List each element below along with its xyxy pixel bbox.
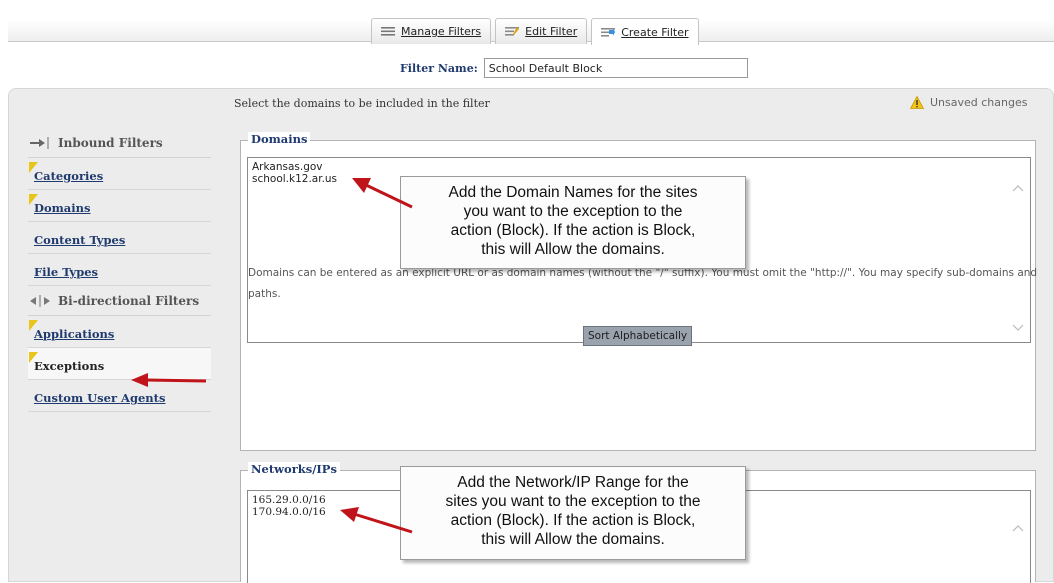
annotation-arrows xyxy=(131,178,413,534)
networks-annotation-arrow xyxy=(340,507,413,534)
exceptions-annotation-arrow xyxy=(131,373,207,387)
domains-annotation-arrow xyxy=(352,178,413,209)
